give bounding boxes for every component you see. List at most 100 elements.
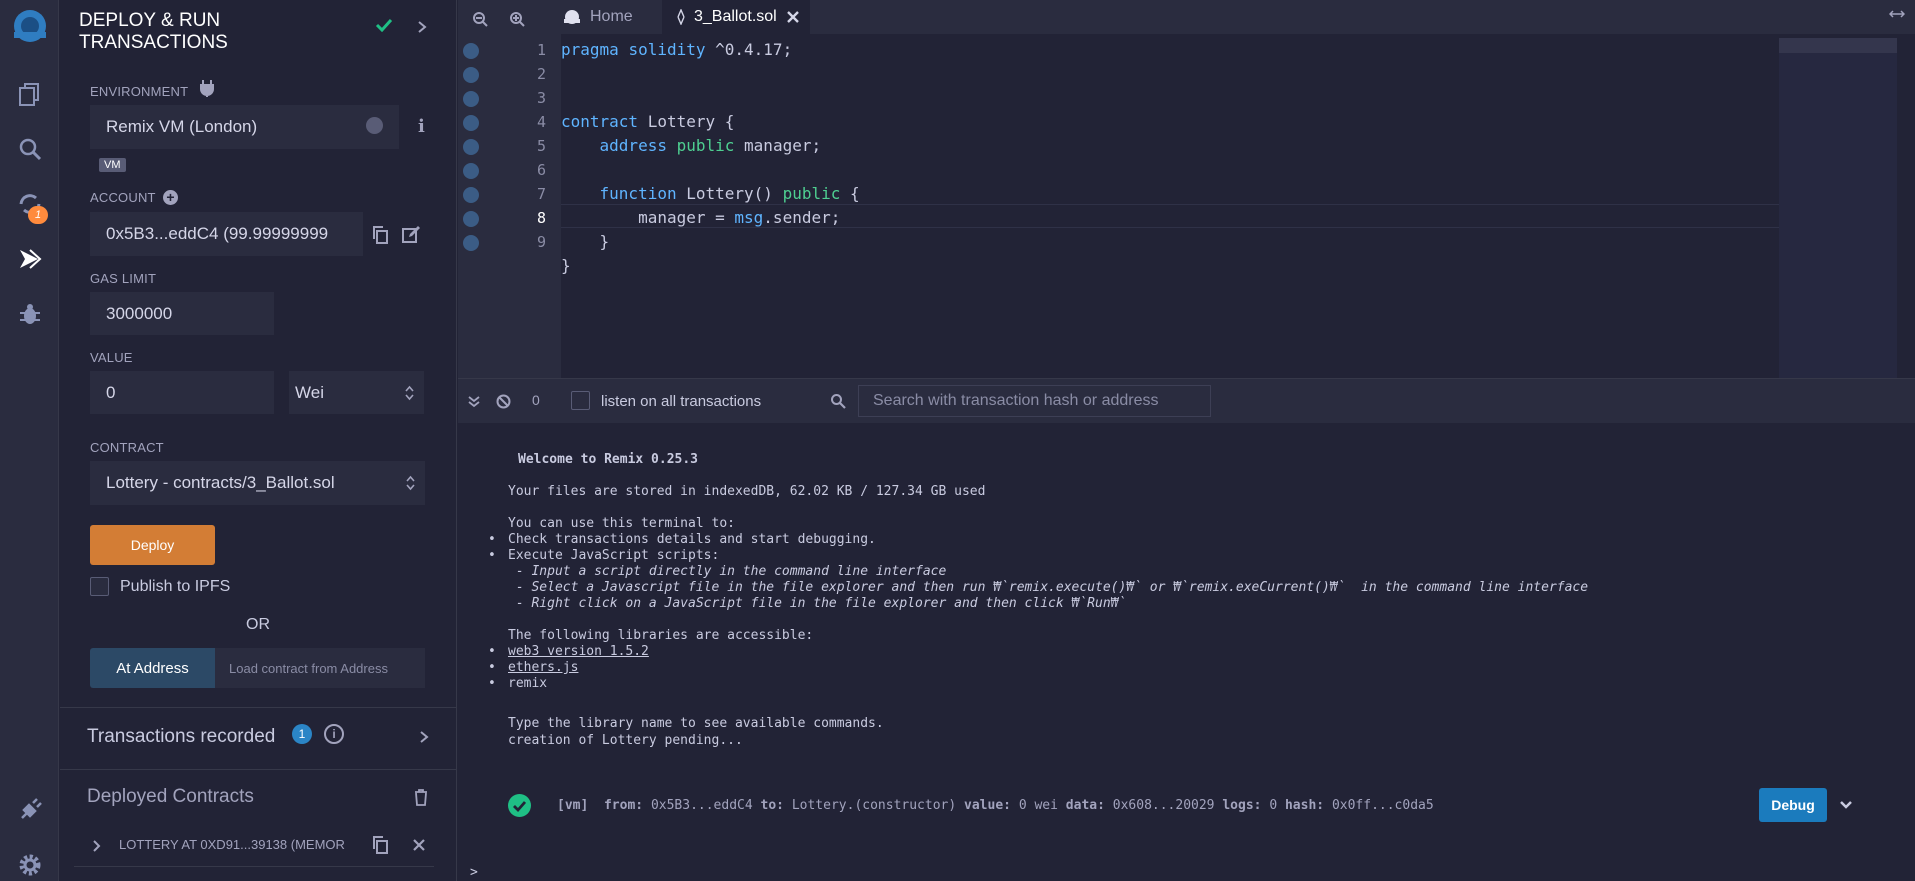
select-updown-icon (366, 117, 383, 134)
deployed-instance-row[interactable]: LOTTERY AT 0XD91...39138 (MEMOR (74, 823, 434, 867)
environment-select[interactable]: Remix VM (London) (90, 105, 399, 149)
copy-icon[interactable] (372, 226, 388, 249)
value-input[interactable]: 0 (90, 371, 274, 414)
search-icon[interactable] (8, 127, 51, 170)
breakpoint-marker[interactable] (463, 115, 479, 131)
add-account-icon[interactable]: + (163, 190, 178, 205)
at-address-button[interactable]: At Address (90, 648, 215, 688)
tab-file-label: 3_Ballot.sol (694, 8, 777, 25)
breakpoint-marker[interactable] (463, 163, 479, 179)
bullet-debug-text: Check transactions details and start deb… (508, 532, 876, 547)
type-library-text: Type the library name to see available c… (508, 716, 884, 731)
vm-badge: VM (99, 158, 126, 172)
breakpoint-marker[interactable] (463, 139, 479, 155)
bullet: • (488, 676, 496, 691)
chevron-right-icon[interactable] (419, 730, 429, 744)
js-hint-1: - Input a script directly in the command… (508, 564, 947, 579)
info-circle-icon[interactable]: i (324, 724, 344, 744)
check-icon (375, 18, 393, 37)
breakpoint-marker[interactable] (463, 187, 479, 203)
info-icon[interactable]: i (418, 116, 425, 137)
trash-icon[interactable] (414, 789, 428, 806)
value-unit: Wei (295, 382, 324, 402)
code-line-9: } (561, 256, 571, 275)
collapse-terminal-icon[interactable] (468, 396, 480, 408)
solidity-compiler-icon[interactable]: 1 (8, 182, 51, 225)
listen-all-label: listen on all transactions (601, 393, 762, 410)
breakpoint-marker[interactable] (463, 211, 479, 227)
clear-console-icon[interactable] (496, 394, 511, 409)
deployed-contracts-label: Deployed Contracts (87, 786, 254, 807)
deploy-run-panel: DEPLOY & RUN TRANSACTIONS ENVIRONMENT Re… (59, 0, 457, 881)
tx-logs: 0 (1269, 798, 1278, 813)
publish-ipfs-checkbox[interactable] (90, 577, 109, 596)
bullet: • (488, 644, 496, 659)
panel-title: DEPLOY & RUN TRANSACTIONS (79, 10, 228, 53)
terminal-prompt[interactable]: > (470, 865, 478, 880)
line-number-current: 8 (536, 209, 546, 227)
copy-address-icon[interactable] (372, 836, 388, 854)
breakpoint-marker[interactable] (463, 67, 479, 83)
code-editor[interactable]: 1 2 3 4 5 6 7 8 9 pragma solidity ^0.4.1… (458, 34, 1915, 378)
publish-ipfs-label: Publish to IPFS (120, 578, 231, 595)
close-tab-icon[interactable] (786, 11, 799, 23)
line-number: 2 (536, 65, 546, 83)
load-address-input[interactable]: Load contract from Address (215, 648, 425, 688)
edit-icon[interactable] (402, 226, 420, 249)
remix-lib-text: remix (508, 676, 548, 691)
tx-data: 0x608...20029 (1112, 798, 1215, 813)
editor-minimap[interactable] (1779, 38, 1897, 378)
storage-text: Your files are stored in indexedDB, 62.0… (508, 484, 986, 499)
zoom-out-icon[interactable] (472, 11, 488, 27)
tx-value: 0 wei (1018, 798, 1058, 813)
deployed-instance-name: LOTTERY AT 0XD91...39138 (MEMOR (119, 837, 345, 852)
tab-file[interactable]: 3_Ballot.sol (662, 0, 810, 34)
expand-tx-chevron-icon[interactable] (1839, 800, 1853, 810)
tab-home[interactable]: Home (552, 0, 662, 34)
debugger-icon[interactable] (8, 292, 51, 335)
breakpoint-marker[interactable] (463, 43, 479, 59)
file-explorer-icon[interactable] (8, 72, 51, 115)
or-divider: OR (246, 616, 270, 633)
expand-chevron-icon[interactable] (92, 839, 101, 853)
plug-icon (200, 79, 214, 102)
listen-all-checkbox[interactable] (571, 391, 590, 410)
editor-gutter: 1 2 3 4 5 6 7 8 9 (458, 34, 561, 378)
transactions-recorded-section[interactable]: Transactions recorded 1 i (60, 707, 456, 770)
gas-limit-input[interactable]: 3000000 (90, 292, 274, 335)
tx-to: Lottery.(constructor) (791, 798, 957, 813)
code-line-1: pragma solidity ^0.4.17; (561, 40, 793, 59)
code-line-7: manager = msg.sender; (561, 208, 841, 227)
deploy-button[interactable]: Deploy (90, 525, 215, 565)
tx-search-input[interactable]: Search with transaction hash or address (858, 385, 1211, 417)
tx-log-line[interactable]: [vm] from: 0x5B3...eddC4 to: Lottery.(co… (557, 798, 1434, 813)
breakpoint-marker[interactable] (463, 91, 479, 107)
debug-button[interactable]: Debug (1759, 788, 1827, 822)
tx-vm-tag: [vm] (557, 798, 589, 813)
close-icon[interactable] (413, 839, 425, 851)
icon-bar: 1 (0, 0, 59, 881)
js-hint-2: - Select a Javascript file in the file e… (508, 580, 1589, 595)
environment-value: Remix VM (London) (106, 117, 258, 136)
ethers-link[interactable]: ethers.js (508, 660, 578, 675)
expand-horizontal-icon[interactable] (1889, 9, 1905, 19)
compiler-badge: 1 (28, 206, 48, 224)
can-use-text: You can use this terminal to: (508, 516, 735, 531)
account-select[interactable]: 0x5B3...eddC4 (99.99999999 (90, 212, 363, 256)
remix-logo-icon[interactable] (8, 4, 51, 47)
zoom-in-icon[interactable] (509, 11, 525, 27)
plugin-manager-icon[interactable] (8, 788, 51, 831)
transactions-recorded-label: Transactions recorded (87, 726, 276, 747)
deploy-run-icon[interactable] (8, 237, 51, 280)
settings-gear-icon[interactable] (8, 843, 51, 881)
welcome-text: Welcome to Remix 0.25.3 (518, 452, 699, 467)
line-number: 9 (536, 233, 546, 251)
chevron-right-icon[interactable] (417, 20, 427, 39)
minimap-viewport[interactable] (1779, 38, 1897, 53)
account-value: 0x5B3...eddC4 (99.99999999 (106, 224, 329, 243)
contract-select[interactable]: Lottery - contracts/3_Ballot.sol (90, 461, 425, 505)
value-unit-select[interactable]: Wei (289, 371, 424, 414)
breakpoint-marker[interactable] (463, 235, 479, 251)
tab-home-label: Home (590, 8, 633, 25)
web3-link[interactable]: web3 version 1.5.2 (508, 644, 649, 659)
